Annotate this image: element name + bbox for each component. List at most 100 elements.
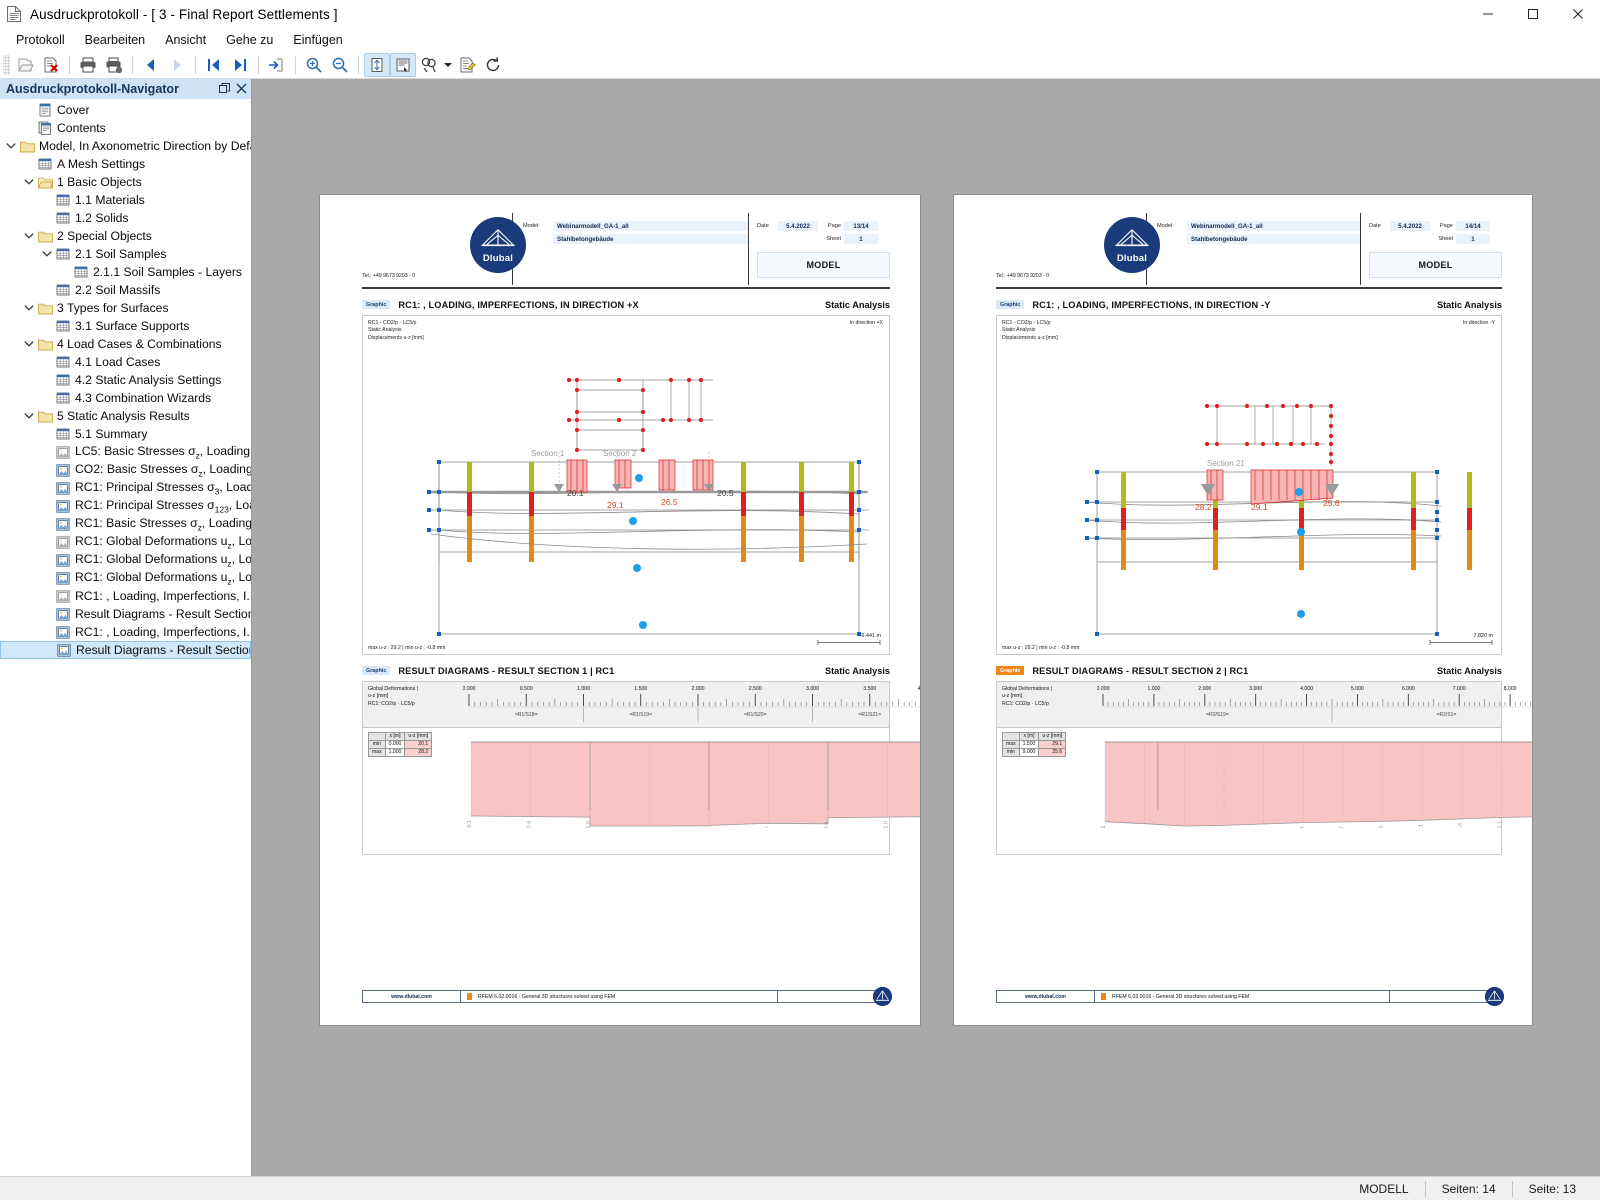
document-view-area[interactable]: Tel.: +49 9673 9203 - 0 Dlubal Model: We… (252, 79, 1600, 1176)
date-value: 5.4.2022 (778, 221, 818, 231)
menu-item-einfuegen[interactable]: Einfügen (283, 31, 352, 49)
navigator-item[interactable]: 2.2 Soil Massifs (0, 281, 251, 299)
next-page-icon[interactable] (164, 53, 190, 77)
navigator-item[interactable]: RC1: Basic Stresses σz, Loading, ··· (0, 515, 251, 533)
diagram-frame[interactable]: Global Deformations | u-z [mm] RC1: CO2/… (996, 680, 1532, 855)
graphic-minmax: max u-z : 29.2 | min u-z : -0.8 mm (368, 644, 446, 651)
chevron-down-icon[interactable] (22, 339, 36, 349)
chevron-down-icon[interactable] (4, 141, 18, 151)
footer-website[interactable]: www.dlubal.com (997, 991, 1095, 1002)
navigator-item[interactable]: RC1: Global Deformations uz, Loa··· (0, 533, 251, 551)
navigator-item[interactable]: CO2: Basic Stresses σz, Loading, ··· (0, 461, 251, 479)
edit-document-icon[interactable] (454, 53, 480, 77)
open-icon[interactable] (12, 53, 38, 77)
chevron-down-icon[interactable] (22, 177, 36, 187)
navigator-item-label: 4.3 Combination Wizards (75, 391, 212, 405)
delete-document-icon[interactable] (38, 53, 64, 77)
navigator-item-label: 2.2 Soil Massifs (75, 283, 161, 297)
date-value: 5.4.2022 (1390, 221, 1430, 231)
maximize-button[interactable] (1510, 0, 1555, 28)
print-setup-icon[interactable] (101, 53, 127, 77)
navigator-item[interactable]: 4.3 Combination Wizards (0, 389, 251, 407)
zoom-out-icon[interactable] (327, 53, 353, 77)
report-page[interactable]: Tel.: +49 9673 9203 - 0 Dlubal Model: We… (320, 195, 920, 1025)
chevron-down-icon[interactable] (22, 411, 36, 421)
navigator-item[interactable]: 5 Static Analysis Results (0, 407, 251, 425)
navigator-item[interactable]: 2 Special Objects (0, 227, 251, 245)
menu-item-gehe-zu[interactable]: Gehe zu (216, 31, 283, 49)
selection-mode-icon[interactable] (416, 53, 442, 77)
menu-item-ansicht[interactable]: Ansicht (155, 31, 216, 49)
first-page-icon[interactable] (201, 53, 227, 77)
chevron-down-icon[interactable] (40, 249, 54, 259)
two-page-view-icon[interactable] (390, 52, 416, 77)
toolbar-grip[interactable] (3, 54, 10, 75)
last-page-icon[interactable] (227, 53, 253, 77)
status-bar: MODELL Seiten: 14 Seite: 13 (0, 1176, 1600, 1200)
graphic-frame[interactable]: RC1 - CO2/p - LC5/p Static Analysis Disp… (996, 314, 1502, 655)
navigator-item-label: 2 Special Objects (57, 229, 152, 243)
navigator-item-label: 2.1 Soil Samples (75, 247, 167, 261)
previous-page-icon[interactable] (138, 53, 164, 77)
table-icon (54, 194, 72, 206)
table-icon (54, 248, 72, 260)
navigator-item[interactable]: 1.2 Solids (0, 209, 251, 227)
close-icon[interactable] (236, 83, 247, 96)
print-icon[interactable] (75, 53, 101, 77)
navigator-item[interactable]: Result Diagrams - Result Section ... (0, 605, 251, 623)
graphic-frame[interactable]: RC1 - CO2/p - LC5/p Static Analysis Disp… (362, 314, 890, 655)
navigator-item[interactable]: RC1: Global Deformations uz, Loa··· (0, 551, 251, 569)
navigator-item[interactable]: RC1: Principal Stresses σ123, Loa··· (0, 497, 251, 515)
menu-item-bearbeiten[interactable]: Bearbeiten (75, 31, 155, 49)
navigator-item[interactable]: 4.2 Static Analysis Settings (0, 371, 251, 389)
diagram-frame[interactable]: Global Deformations | u-z [mm] RC1: CO2/… (362, 680, 920, 855)
svg-text:26.0: 26.0 (765, 827, 771, 828)
navigator-item[interactable]: 1 Basic Objects (0, 173, 251, 191)
navigator-item[interactable]: 3 Types for Surfaces (0, 299, 251, 317)
navigator-item[interactable]: RC1: Principal Stresses σ3, Loadin··· (0, 479, 251, 497)
navigator-item[interactable]: Contents (0, 119, 251, 137)
navigator-item[interactable]: Cover (0, 101, 251, 119)
navigator-item[interactable]: LC5: Basic Stresses σz, Loading, I··· (0, 443, 251, 461)
diagram-legend-line3: RC1: CO2/p · LC5/p (1002, 701, 1049, 708)
navigator-item[interactable]: A Mesh Settings (0, 155, 251, 173)
refresh-icon[interactable] (480, 53, 506, 77)
header-meta-block: Date 5.4.2022 Page 13/14 Sheet 1 MODEL (748, 213, 890, 285)
navigator-item[interactable]: Model, In Axonometric Direction by Defau… (0, 137, 251, 155)
page-label: Page (1439, 223, 1453, 229)
diagram-table-header (1002, 731, 1020, 741)
logo-text: Dlubal (482, 253, 514, 264)
navigator-item[interactable]: RC1: , Loading, Imperfections, I... (0, 587, 251, 605)
navigator-item[interactable]: 4 Load Cases & Combinations (0, 335, 251, 353)
zoom-in-icon[interactable] (301, 53, 327, 77)
navigator-item[interactable]: 4.1 Load Cases (0, 353, 251, 371)
navigator-item[interactable]: 2.1 Soil Samples (0, 245, 251, 263)
menu-item-protokoll[interactable]: Protokoll (6, 31, 75, 49)
navigator-item[interactable]: Result Diagrams - Result Section ... (0, 641, 251, 659)
report-page[interactable]: Tel.: +49 9673 9203 - 0 Dlubal Model: We… (954, 195, 1532, 1025)
chevron-down-icon[interactable] (442, 53, 454, 77)
close-button[interactable] (1555, 0, 1600, 28)
minimize-button[interactable] (1465, 0, 1510, 28)
navigator-item[interactable]: RC1: Global Deformations uz, Loa··· (0, 569, 251, 587)
undock-icon[interactable] (219, 82, 230, 96)
model-description: Stahlbetongebäude (553, 234, 748, 244)
navigator-tree[interactable]: Cover Contents Model, In Axonometric Direc… (0, 99, 251, 1176)
chevron-down-icon[interactable] (22, 303, 36, 313)
graphic-scale: 6.441 m (817, 633, 881, 648)
navigator-item[interactable]: 2.1.1 Soil Samples - Layers (0, 263, 251, 281)
chevron-down-icon[interactable] (22, 231, 36, 241)
diagram-plot-wrap: 27.628.329.128.928.427.927.727.527.126.6… (1097, 736, 1532, 840)
navigator-item[interactable]: 3.1 Surface Supports (0, 317, 251, 335)
navigator-item[interactable]: RC1: , Loading, Imperfections, I... (0, 623, 251, 641)
image-blue-icon (54, 463, 72, 477)
result-diagram-plot: 27.628.329.128.928.427.927.727.527.126.6… (1101, 741, 1532, 840)
svg-text:3.500: 3.500 (863, 686, 876, 692)
status-current-page: Seite: 13 (1528, 1181, 1576, 1196)
navigator-item[interactable]: 1.1 Materials (0, 191, 251, 209)
single-page-view-icon[interactable] (364, 52, 390, 77)
diagram-section-title: Graphic RESULT DIAGRAMS - RESULT SECTION… (362, 666, 890, 676)
navigator-item[interactable]: 5.1 Summary (0, 425, 251, 443)
footer-website[interactable]: www.dlubal.com (363, 991, 461, 1002)
go-to-page-icon[interactable] (264, 53, 290, 77)
